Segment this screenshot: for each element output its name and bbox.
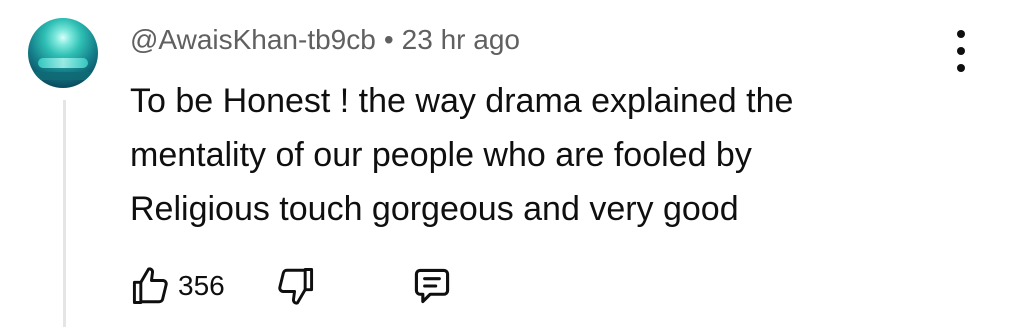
like-button[interactable]: 356 [128, 264, 225, 308]
meta-separator: • [383, 24, 394, 55]
user-avatar[interactable] [28, 18, 98, 88]
comment-time[interactable]: 23 hr ago [402, 24, 520, 55]
thumbs-up-icon [132, 267, 168, 304]
comment-text: To be Honest ! the way drama explained t… [130, 74, 910, 236]
comment-item: @AwaisKhan-tb9cb • 23 hr ago To be Honest … [0, 0, 1024, 327]
more-options-button[interactable] [944, 30, 978, 72]
author-handle[interactable]: @AwaisKhan-tb9cb [130, 24, 376, 55]
comment-meta: @AwaisKhan-tb9cb • 23 hr ago [130, 24, 520, 56]
reply-comment-icon [414, 268, 450, 304]
reply-button[interactable] [410, 264, 454, 308]
like-count: 356 [178, 270, 225, 301]
dislike-button[interactable] [274, 264, 318, 308]
comment-text-line: Religious touch gorgeous and very good [130, 190, 739, 228]
comment-text-line: To be Honest ! the way drama explained t… [130, 82, 794, 120]
thread-line [63, 100, 66, 327]
thumbs-down-icon [278, 268, 314, 305]
more-vertical-icon [957, 30, 965, 38]
comment-text-line: mentality of our people who are fooled b… [130, 136, 752, 174]
